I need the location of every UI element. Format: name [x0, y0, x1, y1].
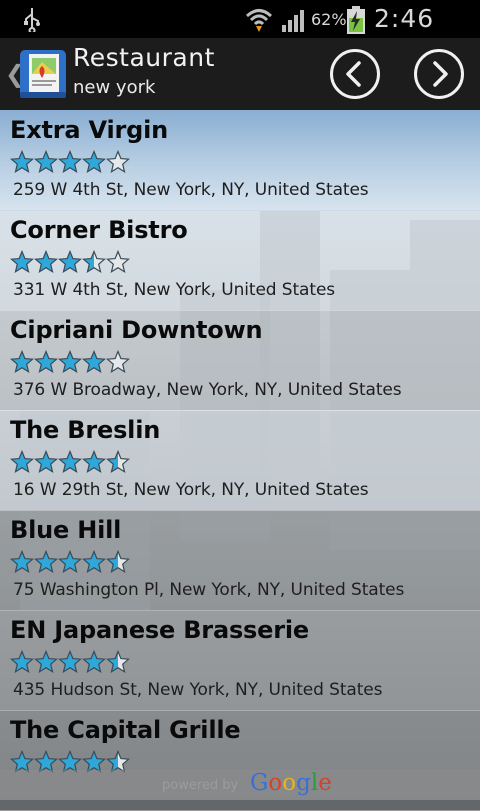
- star-full-icon: [82, 350, 106, 373]
- restaurant-address: 331 W 4th St, New York, United States: [13, 280, 336, 300]
- google-logo-letter: g: [296, 770, 311, 796]
- restaurant-item[interactable]: Extra Virgin 259 W 4th St, New York, NY,…: [0, 110, 480, 211]
- google-logo: Google: [250, 770, 332, 796]
- star-full-icon: [34, 250, 58, 273]
- chevron-right-icon: [433, 61, 448, 87]
- star-half-icon: [106, 650, 130, 673]
- rating-stars: [10, 550, 130, 574]
- battery-charging-icon: [347, 6, 365, 34]
- star-full-icon: [82, 450, 106, 473]
- restaurant-name: The Capital Grille: [10, 716, 241, 744]
- star-full-icon: [10, 450, 34, 473]
- star-half-icon: [106, 550, 130, 573]
- restaurant-item[interactable]: Cipriani Downtown 376 W Broadway, New Yo…: [0, 310, 480, 411]
- star-full-icon: [58, 550, 82, 573]
- wifi-icon: [245, 9, 273, 32]
- star-full-icon: [58, 650, 82, 673]
- google-logo-letter: e: [318, 770, 332, 796]
- star-full-icon: [34, 550, 58, 573]
- star-full-icon: [10, 650, 34, 673]
- google-logo-letter: G: [250, 770, 269, 796]
- page-title: Restaurant: [73, 43, 215, 72]
- star-full-icon: [58, 350, 82, 373]
- restaurant-name: Corner Bistro: [10, 216, 188, 244]
- star-full-icon: [10, 550, 34, 573]
- status-bar: 62% 2:46 PM: [0, 0, 480, 62]
- google-logo-letter: o: [282, 770, 297, 796]
- rating-stars: [10, 350, 130, 374]
- powered-by-label: powered by: [162, 778, 239, 793]
- rating-stars: [10, 450, 130, 474]
- star-full-icon: [58, 250, 82, 273]
- rating-stars: [10, 650, 130, 674]
- app-logo-icon[interactable]: [18, 48, 68, 100]
- restaurant-item[interactable]: EN Japanese Brasserie 435 Hudson St, New…: [0, 610, 480, 711]
- rating-stars: [10, 150, 130, 174]
- restaurant-item[interactable]: Corner Bistro 331 W 4th St, New York, Un…: [0, 210, 480, 311]
- star-empty-icon: [106, 250, 130, 273]
- restaurant-address: 16 W 29th St, New York, NY, United State…: [13, 480, 369, 500]
- star-full-icon: [82, 550, 106, 573]
- star-full-icon: [10, 150, 34, 173]
- usb-icon: [24, 8, 40, 32]
- chevron-left-icon: [346, 61, 361, 87]
- rating-stars: [10, 250, 130, 274]
- google-logo-letter: o: [268, 770, 283, 796]
- attribution-footer: powered by Google: [0, 770, 480, 800]
- star-full-icon: [10, 250, 34, 273]
- star-full-icon: [82, 650, 106, 673]
- star-full-icon: [10, 350, 34, 373]
- star-full-icon: [82, 150, 106, 173]
- star-full-icon: [58, 450, 82, 473]
- star-full-icon: [34, 150, 58, 173]
- star-full-icon: [34, 350, 58, 373]
- restaurant-item[interactable]: The Breslin 16 W 29th St, New York, NY, …: [0, 410, 480, 511]
- restaurant-name: Cipriani Downtown: [10, 316, 263, 344]
- battery-percent: 62%: [311, 10, 347, 29]
- restaurant-name: Extra Virgin: [10, 116, 169, 144]
- star-empty-icon: [106, 350, 130, 373]
- signal-icon: [282, 10, 304, 32]
- restaurant-address: 259 W 4th St, New York, NY, United State…: [13, 180, 369, 200]
- restaurant-list: Extra Virgin 259 W 4th St, New York, NY,…: [0, 110, 480, 811]
- restaurant-address: 75 Washington Pl, New York, NY, United S…: [13, 580, 405, 600]
- restaurant-name: The Breslin: [10, 416, 161, 444]
- star-full-icon: [34, 650, 58, 673]
- star-half-icon: [82, 250, 106, 273]
- restaurant-address: 376 W Broadway, New York, NY, United Sta…: [13, 380, 402, 400]
- restaurant-name: Blue Hill: [10, 516, 122, 544]
- restaurant-name: EN Japanese Brasserie: [10, 616, 309, 644]
- restaurant-item[interactable]: Blue Hill 75 Washington Pl, New York, NY…: [0, 510, 480, 611]
- previous-button[interactable]: [330, 49, 380, 99]
- star-full-icon: [58, 150, 82, 173]
- action-bar: ❮ Restaurant new york: [0, 38, 480, 112]
- star-half-icon: [106, 450, 130, 473]
- star-full-icon: [34, 450, 58, 473]
- restaurant-address: 435 Hudson St, New York, NY, United Stat…: [13, 680, 383, 700]
- star-empty-icon: [106, 150, 130, 173]
- next-button[interactable]: [414, 49, 464, 99]
- page-subtitle: new york: [73, 77, 156, 98]
